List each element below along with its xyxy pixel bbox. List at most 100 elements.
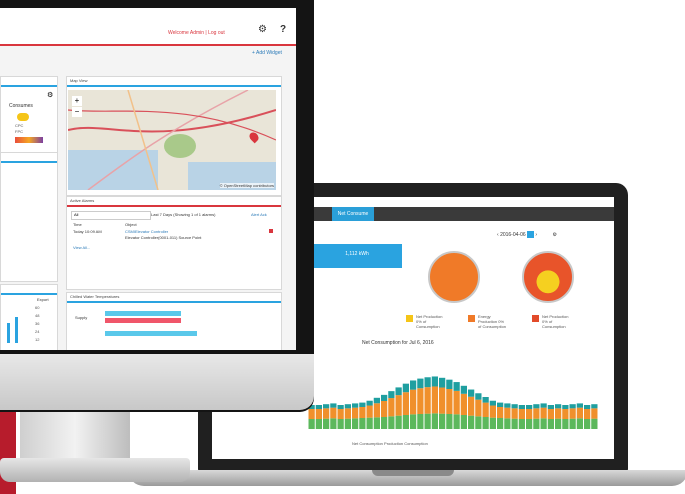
temp-bar-3 [105,331,197,336]
alarm-row-indicator-icon[interactable] [269,229,273,233]
alarms-title: Active Alarms [70,198,95,203]
temp-bar-2 [105,318,181,323]
alarm-row-object[interactable]: CSMIElevator Controller [125,229,168,234]
gear-icon[interactable]: ⚙ [258,24,267,35]
chart-bar-consumption [569,404,576,409]
alarm-ack-all[interactable]: Alert Ack [251,212,267,217]
legend-text-2: Energy Production 0% of Consumption [478,314,507,329]
chart-bar-consumption [482,397,489,403]
consumption-banner: 1,112 kWh [312,244,402,268]
chart-bar-production [424,387,431,414]
chart-bar-production [410,389,417,415]
chart-bar-net-consumption [533,418,540,429]
zoom-out-button[interactable]: − [72,107,82,117]
add-widget-link[interactable]: + Add Widget [252,50,282,56]
map-attribution[interactable]: © OpenStreetMap contributors [219,183,274,188]
chart-bar-net-consumption [381,417,388,429]
logo-icon [15,137,43,143]
side-chart-header [1,285,57,295]
alarm-row-time: Today 10:09 AM [73,229,102,234]
chart-bar-production [388,398,395,417]
chart-bar-production [547,409,554,419]
map-roads [68,90,276,190]
gauge-right [522,251,574,303]
view-all-link[interactable]: View All... [73,245,90,250]
monitor-stand-base [0,458,190,482]
next-icon[interactable]: › [535,232,537,238]
chart-bar-production [504,407,511,419]
gear-icon[interactable]: ⚙ [47,91,53,99]
tab-net-consume[interactable]: Net Consume [332,207,374,221]
help-icon[interactable]: ? [280,24,286,35]
welcome-logout[interactable]: Welcome Admin | Log out [168,30,225,36]
date-label[interactable]: 2016-04-06 [500,232,526,238]
chart-bar-net-consumption [526,419,533,429]
chart-bar-production [337,409,344,419]
chart-bar-consumption [330,403,337,408]
alarm-filter-select[interactable]: All [71,211,151,220]
net-consumption-chart [308,376,598,429]
temperature-widget: Chilled Water Temperatures Supply [66,292,282,350]
left-panel-2 [0,152,58,282]
chart-bar-consumption [533,404,540,409]
chart-bar-production [453,390,460,415]
chart-bar-production [555,408,562,419]
chart-bar-net-consumption [468,415,475,429]
chart-bar-consumption [526,405,533,409]
legend-text-3: Net Production 0% of Consumption [542,314,569,329]
chart-bar-consumption [591,404,598,409]
chart-bar-production [511,408,518,419]
chart-bar-net-consumption [431,413,438,429]
legend-consumption: Consumption [404,441,428,446]
chart-bar-net-consumption [373,417,380,429]
chart-bar-production [315,409,322,419]
chart-bar-net-consumption [569,418,576,429]
alarm-col-time: Time [73,222,82,227]
temperature-widget-header: Chilled Water Temperatures [67,293,281,303]
legend-swatch-1 [406,315,413,322]
chart-bar-production [540,407,547,419]
chart-bar-production [330,407,337,419]
chart-bar-consumption [315,405,322,409]
legend-swatch-2 [468,315,475,322]
monitor-screen: Welcome Admin | Log out ⚙ ? + Add Widget… [0,8,296,350]
chart-bar-production [359,407,366,418]
map-view[interactable]: + − © OpenStreetMap contributors [68,90,276,190]
tick-1: 60 [35,305,40,310]
chart-bar-net-consumption [489,417,496,429]
map-widget-header: Map View [67,77,281,87]
chart-bar-production [402,392,409,415]
chart-bar-production [584,409,591,419]
chart-bar-consumption [504,403,511,408]
chart-bar-consumption [344,404,351,409]
chart-bar-consumption [468,389,475,397]
calendar-icon[interactable] [527,231,535,238]
chart-bar-net-consumption [562,419,569,429]
zoom-in-button[interactable]: + [72,96,82,106]
chart-bar-net-consumption [330,418,337,429]
chart-bar-net-consumption [518,419,525,429]
chart-bar-net-consumption [395,415,402,429]
chart-bar-consumption [381,394,388,401]
chart-bar-consumption [373,397,380,404]
chart-bar-production [518,409,525,419]
app-header [0,8,296,46]
chart-bar-net-consumption [453,414,460,429]
tick-2: 48 [35,313,40,318]
chart-bar-consumption [352,403,359,408]
chart-bar-consumption [410,380,417,390]
left-panel-title: Consumes [9,103,33,109]
chart-bar-production [591,408,598,419]
prev-icon[interactable]: ‹ [497,232,499,238]
banner-value: 1,112 kWh [345,251,369,257]
temperature-label: Supply [75,315,88,320]
chart-bar-net-consumption [460,415,467,429]
sun-cloud-icon [17,113,29,121]
chart-bar-production [475,399,482,417]
chart-bar-production [446,389,453,414]
alarm-col-object: Object [125,222,137,227]
chart-bar-net-consumption [359,418,366,429]
side-chart-panel: Export 60 48 36 24 12 [0,284,58,350]
date-toolbar: ‹ 2016-04-06 › ⚙ [497,231,557,241]
settings-icon[interactable]: ⚙ [552,232,556,238]
